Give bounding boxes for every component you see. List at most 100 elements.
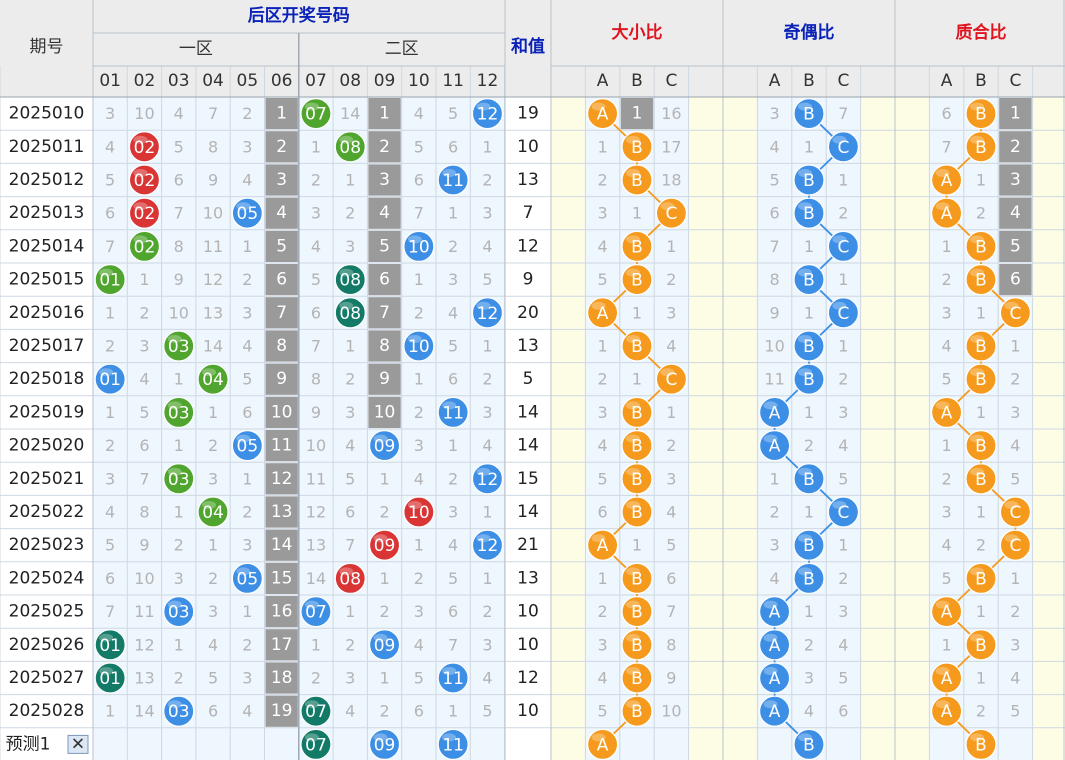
missing-count: 4: [242, 337, 252, 356]
missing-count: 3: [311, 204, 321, 223]
missing-count: 6: [276, 270, 287, 290]
missing-count: 6: [139, 436, 149, 455]
missing-count: 8: [276, 336, 287, 356]
svg-text:10: 10: [408, 337, 430, 357]
missing-count: 2: [379, 602, 389, 621]
svg-text:C: C: [837, 503, 849, 523]
missing-count: 7: [311, 337, 321, 356]
missing-count: 7: [276, 303, 287, 323]
ratio-missing-count: 2: [1010, 137, 1021, 157]
ratio-missing-count: 9: [666, 669, 676, 688]
missing-count: 6: [448, 602, 458, 621]
ratio-missing-count: 1: [666, 237, 676, 256]
ratio-ball: B: [621, 396, 653, 428]
prime-ratio-header: 质合比: [956, 22, 1007, 43]
svg-text:12: 12: [477, 105, 499, 125]
missing-count: 11: [306, 469, 326, 488]
missing-count: 2: [379, 702, 389, 721]
ratio-missing-count: 4: [942, 536, 952, 555]
ratio-missing-count: 5: [666, 536, 676, 555]
missing-count: 5: [105, 536, 115, 555]
ratio-ball: B: [965, 264, 997, 296]
svg-text:10: 10: [408, 237, 430, 257]
svg-text:B: B: [975, 237, 987, 257]
predict-close-button[interactable]: ✕: [67, 734, 89, 754]
missing-count: 18: [271, 668, 293, 688]
missing-count: 5: [174, 137, 184, 156]
number-ball: 11: [437, 662, 469, 694]
missing-count: 13: [134, 669, 154, 688]
svg-text:05: 05: [237, 437, 259, 457]
missing-count: 1: [242, 237, 252, 256]
ratio-missing-count: 4: [770, 137, 780, 156]
ratio-missing-count: 5: [1010, 236, 1021, 256]
ratio-missing-count: 7: [838, 104, 848, 123]
svg-text:C: C: [665, 204, 677, 224]
number-ball: 05: [231, 562, 263, 595]
missing-count: 4: [482, 237, 492, 256]
ratio-ball: C: [655, 197, 688, 229]
number-ball: 11: [437, 396, 469, 428]
missing-count: 3: [482, 204, 492, 223]
ratio-ball: B: [621, 264, 653, 296]
ratio-missing-count: 18: [661, 171, 681, 190]
ratio-ball: B: [621, 662, 653, 694]
svg-text:A: A: [597, 536, 609, 556]
svg-text:10: 10: [408, 503, 430, 523]
sum-value: 5: [523, 369, 534, 389]
missing-count: 12: [134, 635, 154, 654]
missing-count: 17: [271, 635, 293, 655]
svg-text:A: A: [941, 603, 953, 623]
ratio-ball: B: [621, 131, 653, 163]
svg-text:B: B: [803, 171, 815, 191]
ratio-missing-count: 3: [598, 204, 608, 223]
missing-count: 13: [271, 502, 293, 522]
missing-count: 1: [379, 469, 389, 488]
ratio-missing-count: 2: [838, 370, 848, 389]
svg-text:02: 02: [134, 237, 156, 257]
number-column-header: 01: [99, 71, 121, 91]
ratio-missing-count: 5: [942, 370, 952, 389]
number-ball: 03: [163, 695, 195, 727]
number-column-header: 04: [202, 71, 224, 91]
period-cell: 2025011: [9, 137, 85, 157]
missing-count: 1: [208, 403, 218, 422]
missing-count: 2: [482, 370, 492, 389]
ratio-missing-count: 1: [976, 171, 986, 190]
ratio-missing-count: 2: [942, 270, 952, 289]
ratio-missing-count: 3: [666, 303, 676, 322]
abc-column-header: A: [941, 71, 953, 91]
period-cell: 2025027: [9, 668, 85, 688]
ratio-missing-count: 1: [598, 569, 608, 588]
parity-ratio-header: 奇偶比: [784, 22, 835, 43]
ratio-ball: C: [999, 529, 1032, 561]
ratio-missing-count: 2: [804, 436, 814, 455]
ratio-missing-count: 5: [598, 270, 608, 289]
missing-count: 2: [311, 669, 321, 688]
svg-text:08: 08: [339, 304, 361, 324]
missing-count: 11: [203, 237, 223, 256]
number-ball: 12: [471, 297, 504, 329]
ratio-ball: C: [827, 297, 860, 329]
svg-text:11: 11: [442, 171, 464, 191]
ratio-ball: A: [930, 197, 963, 229]
svg-text:A: A: [769, 603, 781, 623]
missing-count: 4: [482, 669, 492, 688]
ratio-ball: C: [827, 131, 860, 163]
number-ball: 02: [128, 164, 161, 196]
number-ball: 01: [94, 363, 126, 395]
svg-text:B: B: [631, 702, 643, 722]
svg-text:B: B: [631, 669, 643, 689]
missing-count: 6: [448, 137, 458, 156]
abc-column-header: B: [803, 71, 815, 91]
missing-count: 5: [311, 270, 321, 289]
zone2-header: 二区: [385, 39, 419, 59]
ratio-missing-count: 7: [942, 137, 952, 156]
ratio-missing-count: 4: [838, 436, 848, 455]
number-ball: 12: [471, 529, 504, 561]
missing-count: 1: [482, 503, 492, 522]
ratio-missing-count: 11: [764, 370, 784, 389]
svg-text:12: 12: [477, 304, 499, 324]
svg-text:07: 07: [305, 702, 327, 722]
missing-count: 14: [134, 702, 154, 721]
